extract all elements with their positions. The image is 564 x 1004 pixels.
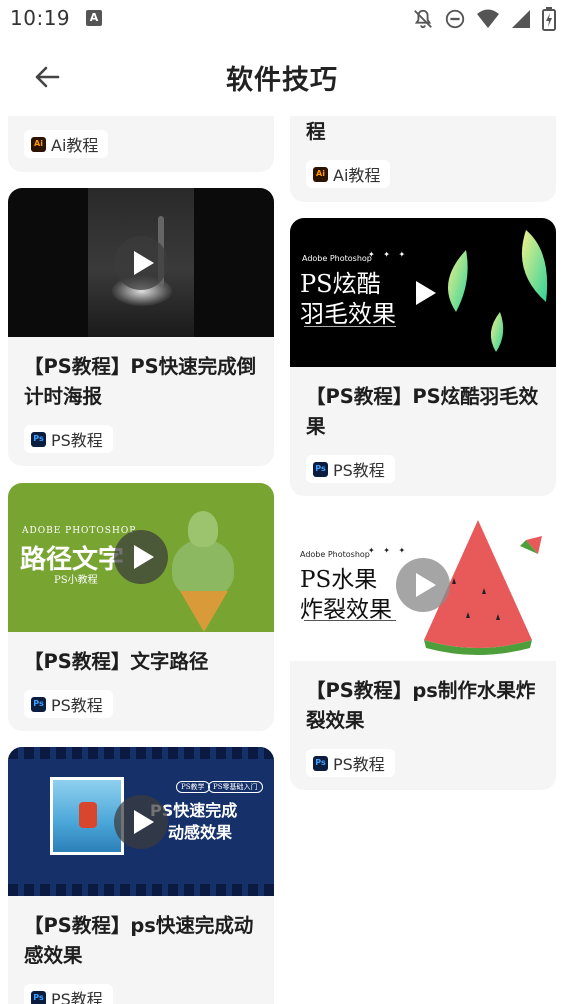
status-icons (412, 6, 556, 32)
thumb-badge-1: PS教学 (176, 781, 210, 793)
play-button[interactable] (114, 795, 168, 849)
play-icon (415, 573, 436, 597)
bell-off-icon (414, 9, 432, 29)
category-tag[interactable]: Ps PS教程 (306, 455, 395, 483)
ps-app-icon: Ps (31, 696, 46, 712)
tag-label: PS教程 (51, 696, 103, 715)
ps-app-icon: Ps (313, 461, 328, 477)
tag-label: Ai教程 (333, 166, 381, 185)
thumb-title-2: 羽毛效果 (300, 300, 396, 328)
stars-decoration: ✦ ✦ ✦ (368, 546, 409, 555)
tutorial-card[interactable]: ADOBE PHOTOSHOP 路径文字 PS小教程 【PS教程】文字路径 Ps… (8, 483, 274, 731)
card-title[interactable]: 【PS教程】PS快速完成倒计时海报 (24, 352, 262, 412)
tutorial-card[interactable]: Adobe Photoshop ✦ ✦ ✦ PS水果 炸裂效果 【PS教程】ps… (290, 512, 556, 790)
thumb-brand: Adobe Photoshop (300, 550, 370, 559)
video-thumbnail[interactable]: Adobe Photoshop ✦ ✦ ✦ PS水果 炸裂效果 (290, 512, 556, 661)
video-thumbnail[interactable] (8, 188, 274, 337)
thumb-brand: ADOBE PHOTOSHOP (22, 526, 137, 536)
ai-app-icon: Ai (313, 166, 328, 182)
ps-app-icon: Ps (313, 755, 328, 771)
thumb-title-2: 炸裂效果 (300, 597, 392, 623)
tutorial-card[interactable]: PS教学 PS零基础入门 PS快速完成 动感效果 【PS教程】ps快速完成动感效… (8, 747, 274, 1004)
category-tag[interactable]: Ps PS教程 (306, 749, 395, 777)
play-icon (133, 810, 154, 834)
play-icon (133, 545, 154, 569)
tutorial-card[interactable]: 程 Ai Ai教程 (290, 116, 556, 202)
tag-label: PS教程 (51, 990, 103, 1004)
signal-icon (512, 10, 530, 28)
thumb-title-2: 动感效果 (168, 823, 233, 842)
thumb-badge-2: PS零基础入门 (208, 781, 263, 793)
app-notification-icon: A (86, 10, 102, 26)
thumb-subtitle: PS小教程 (54, 575, 98, 586)
thumb-title-1: PS水果 (300, 567, 378, 593)
wifi-icon (477, 9, 499, 28)
play-button[interactable] (114, 236, 168, 290)
ai-app-icon: Ai (31, 136, 46, 152)
ps-app-icon: Ps (31, 431, 46, 447)
category-tag[interactable]: Ps PS教程 (24, 425, 113, 453)
play-icon (415, 281, 436, 305)
card-title[interactable]: 程 (306, 117, 544, 147)
card-title[interactable]: 【PS教程】ps制作水果炸裂效果 (306, 676, 544, 736)
category-tag[interactable]: Ai Ai教程 (24, 130, 109, 158)
app-header: 软件技巧 (0, 38, 564, 116)
play-button[interactable] (396, 266, 450, 320)
divider-line (304, 326, 396, 327)
stars-decoration: ✦ ✦ ✦ (368, 250, 409, 259)
video-thumbnail[interactable]: PS教学 PS零基础入门 PS快速完成 动感效果 (8, 747, 274, 896)
card-title[interactable]: 【PS教程】PS炫酷羽毛效果 (306, 382, 544, 442)
ps-app-icon: Ps (31, 990, 46, 1004)
film-strip-bottom (8, 884, 274, 896)
card-title[interactable]: 【PS教程】ps快速完成动感效果 (24, 911, 262, 971)
status-time: 10:19 (10, 6, 71, 30)
play-button[interactable] (114, 530, 168, 584)
tutorial-feed[interactable]: Ai Ai教程 【PS教程】PS快速完成倒计时海报 Ps PS教程 ADOBE … (0, 116, 564, 1004)
status-bar: 10:19 A (0, 0, 564, 38)
tutorial-card[interactable]: Ai Ai教程 (8, 116, 274, 172)
category-tag[interactable]: Ps PS教程 (24, 690, 113, 718)
tag-label: PS教程 (333, 755, 385, 774)
page-title: 软件技巧 (226, 65, 338, 96)
video-thumbnail[interactable]: ADOBE PHOTOSHOP 路径文字 PS小教程 (8, 483, 274, 632)
play-icon (133, 251, 154, 275)
film-strip-top (8, 747, 274, 759)
thumb-brand: Adobe Photoshop (302, 254, 372, 263)
play-button[interactable] (396, 558, 450, 612)
ice-cream-cone (180, 591, 228, 632)
category-tag[interactable]: Ps PS教程 (24, 984, 113, 1004)
tag-label: PS教程 (333, 461, 385, 480)
tag-label: PS教程 (51, 431, 103, 450)
photo-frame (50, 777, 124, 855)
do-not-disturb-icon (445, 9, 465, 29)
divider-line (304, 620, 396, 621)
tag-label: Ai教程 (51, 136, 99, 155)
battery-icon (542, 7, 556, 31)
diver-figure (79, 802, 97, 828)
ice-cream-top (188, 511, 218, 547)
tutorial-card[interactable]: Adobe Photoshop ✦ ✦ ✦ PS炫酷 羽毛效果 【PS教程】PS… (290, 218, 556, 496)
category-tag[interactable]: Ai Ai教程 (306, 160, 391, 188)
tutorial-card[interactable]: 【PS教程】PS快速完成倒计时海报 Ps PS教程 (8, 188, 274, 466)
ice-cream-swirl (172, 539, 234, 597)
video-thumbnail[interactable]: Adobe Photoshop ✦ ✦ ✦ PS炫酷 羽毛效果 (290, 218, 556, 367)
card-title[interactable]: 【PS教程】文字路径 (24, 647, 262, 677)
